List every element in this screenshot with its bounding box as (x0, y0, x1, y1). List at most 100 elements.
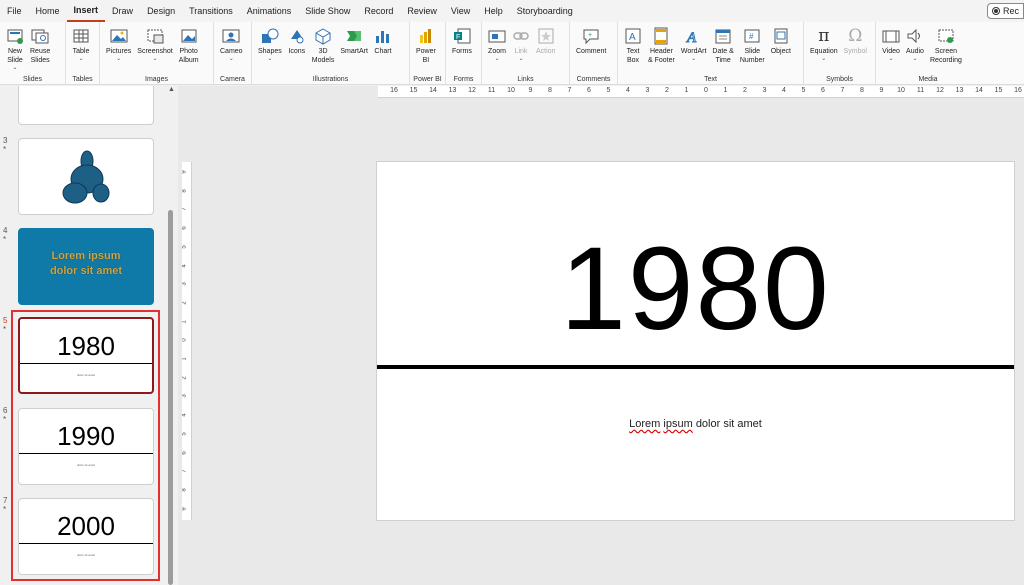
ruler-tick-label: 0 (704, 87, 708, 94)
tab-home[interactable]: Home (29, 0, 67, 22)
tab-design[interactable]: Design (140, 0, 182, 22)
ruler-tick-label: 11 (916, 87, 925, 94)
text-box-label-2: Box (626, 57, 640, 64)
chevron-down-icon: ⌄ (116, 56, 122, 62)
slide-number-5: 5 * (3, 316, 7, 334)
shapes-graphic (62, 150, 110, 204)
smartart-button[interactable]: SmartArt (337, 24, 371, 73)
thumbnail-scrollbar[interactable]: ▲ (167, 86, 175, 585)
slide-number-button[interactable]: # Slide Number (737, 24, 768, 73)
group-label-tables: Tables (72, 76, 93, 83)
tab-storyboarding[interactable]: Storyboarding (510, 0, 580, 22)
zoom-button[interactable]: Zoom ⌄ (485, 24, 509, 73)
reuse-slides-label-2: Slides (30, 57, 50, 64)
power-bi-button[interactable]: Power BI (413, 24, 439, 73)
comment-button[interactable]: + Comment (573, 24, 609, 73)
group-images: Pictures ⌄ Screenshot ⌄ Photo Album Imag… (100, 22, 214, 85)
photo-album-button[interactable]: Photo Album (176, 24, 202, 73)
tab-review[interactable]: Review (400, 0, 444, 22)
new-slide-button[interactable]: New Slide ⌄ (3, 24, 27, 73)
ruler-tick-label: 3 (182, 282, 188, 286)
action-button[interactable]: Action (533, 24, 558, 73)
body-word-lorem: Lorem (629, 418, 661, 430)
symbol-button[interactable]: Ω Symbol (841, 24, 870, 73)
slide-number-label-1: Slide (744, 48, 761, 55)
ruler-tick-label: 3 (762, 87, 767, 94)
group-links: Zoom ⌄ Link ⌄ Action Links (482, 22, 570, 85)
shapes-button[interactable]: Shapes ⌄ (255, 24, 285, 73)
video-button[interactable]: Video ⌄ (879, 24, 903, 73)
group-media: Video ⌄ Audio ⌄ Screen Recording Media (876, 22, 980, 85)
current-slide[interactable]: 1980 Lorem ipsum dolor sit amet (376, 161, 1015, 521)
slide-thumbnail-3[interactable] (18, 138, 154, 215)
forms-button[interactable]: F Forms (449, 24, 475, 73)
tab-animations[interactable]: Animations (240, 0, 299, 22)
group-slides: New Slide ⌄ Reuse Slides Slides (0, 22, 66, 85)
new-slide-label-1: New (7, 48, 22, 55)
ruler-tick-label: 2 (743, 87, 747, 94)
icons-button[interactable]: Icons (285, 24, 309, 73)
video-label: Video (882, 48, 900, 55)
svg-text:A: A (629, 32, 636, 43)
ruler-tick-label: 8 (548, 87, 552, 94)
equation-button[interactable]: π Equation ⌄ (807, 24, 841, 73)
ruler-tick-label: 7 (567, 87, 572, 94)
screenshot-icon (146, 27, 164, 45)
screen-recording-label-1: Screen (934, 48, 958, 55)
chart-label: Chart (374, 48, 392, 55)
speaker-icon (906, 27, 924, 45)
tab-view[interactable]: View (444, 0, 477, 22)
date-time-label-1: Date & (712, 48, 734, 55)
date-time-button[interactable]: Date & Time (709, 24, 736, 73)
group-forms: F Forms Forms (446, 22, 482, 85)
audio-button[interactable]: Audio ⌄ (903, 24, 927, 73)
header-footer-button[interactable]: Header & Footer (645, 24, 678, 73)
equation-label: Equation (810, 48, 838, 55)
record-button[interactable]: Rec (986, 3, 1024, 19)
ruler-tick-label: 1 (684, 87, 689, 94)
chart-button[interactable]: Chart (371, 24, 395, 73)
3d-models-button[interactable]: 3D Models (309, 24, 338, 73)
screenshot-button[interactable]: Screenshot ⌄ (134, 24, 175, 73)
cameo-button[interactable]: Cameo ⌄ (217, 24, 246, 73)
slide-divider-line[interactable] (377, 365, 1014, 369)
pictures-button[interactable]: Pictures ⌄ (103, 24, 134, 73)
table-button[interactable]: Table ⌄ (69, 24, 93, 73)
tab-record[interactable]: Record (357, 0, 400, 22)
ruler-tick-label: 14 (975, 87, 983, 94)
video-icon (882, 27, 900, 45)
ruler-tick-label: 8 (860, 87, 864, 94)
group-camera: Cameo ⌄ Camera (214, 22, 252, 85)
calendar-icon (714, 27, 732, 45)
tab-transitions[interactable]: Transitions (182, 0, 240, 22)
wordart-button[interactable]: A WordArt ⌄ (678, 24, 710, 73)
slide-body-text[interactable]: Lorem ipsum dolor sit amet (377, 418, 1014, 430)
chevron-down-icon: ⌄ (518, 56, 524, 62)
screen-recording-button[interactable]: Screen Recording (927, 24, 965, 73)
chevron-down-icon: ⌄ (78, 56, 84, 62)
ruler-tick-label: 0 (182, 338, 188, 342)
link-button[interactable]: Link ⌄ (509, 24, 533, 73)
tab-insert[interactable]: Insert (66, 0, 106, 22)
object-button[interactable]: Object (768, 24, 794, 73)
scrollbar-thumb[interactable] (168, 210, 173, 585)
comment-icon: + (582, 27, 600, 45)
tab-help[interactable]: Help (477, 0, 510, 22)
group-label-comments: Comments (576, 76, 611, 83)
tab-draw[interactable]: Draw (105, 0, 140, 22)
record-icon (991, 7, 1000, 15)
slide-thumbnail-4[interactable]: Lorem ipsum dolor sit amet (18, 228, 154, 305)
screen-recording-label-2: Recording (930, 57, 962, 64)
power-bi-label-2: BI (422, 57, 430, 64)
reuse-slides-button[interactable]: Reuse Slides (27, 24, 53, 73)
slide-title[interactable]: 1980 (377, 224, 1014, 354)
shapes-icon (261, 27, 279, 45)
text-box-button[interactable]: A Text Box (621, 24, 645, 73)
scroll-up-icon[interactable]: ▲ (168, 86, 175, 93)
tab-slide-show[interactable]: Slide Show (298, 0, 357, 22)
tab-file[interactable]: File (0, 0, 29, 22)
slide-thumbnail-2[interactable] (18, 86, 154, 125)
ruler-tick-label: 4 (182, 263, 188, 268)
ruler-tick-label: 7 (182, 207, 188, 212)
group-label-text: Text (704, 76, 717, 83)
